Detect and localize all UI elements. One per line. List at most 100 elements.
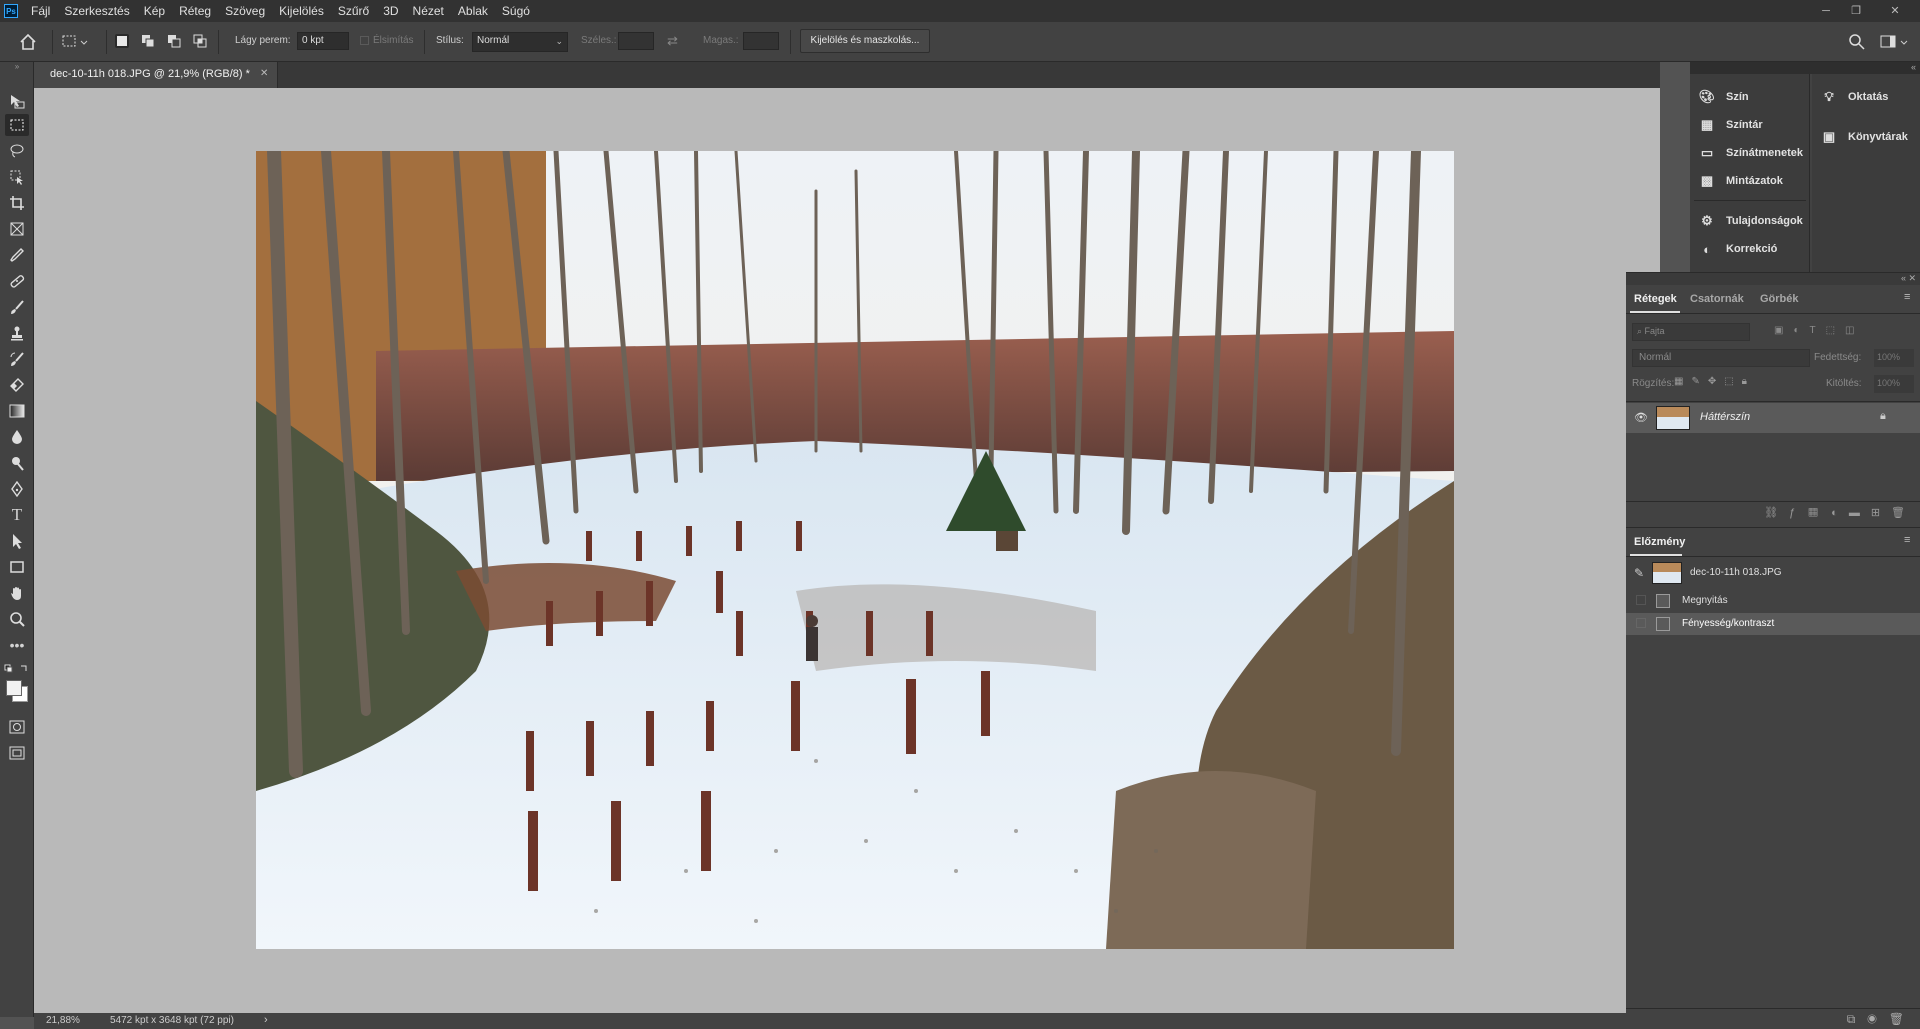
search-icon[interactable] bbox=[1848, 33, 1866, 51]
menu-3d[interactable]: 3D bbox=[376, 0, 405, 22]
foreground-color-swatch[interactable] bbox=[6, 680, 22, 696]
menu-file[interactable]: Fájl bbox=[24, 0, 57, 22]
panel-libraries[interactable]: ▣ Könyvtárak bbox=[1820, 124, 1908, 150]
eye-icon[interactable]: 👁︎ bbox=[1634, 411, 1648, 424]
restore-icon[interactable]: ❐ bbox=[1848, 3, 1864, 19]
layer-actions-icons[interactable]: ⛓ƒ◼◐▬⊞🗑︎ bbox=[1720, 506, 1916, 522]
menu-edit[interactable]: Szerkesztés bbox=[57, 0, 136, 22]
panel-swatches[interactable]: ▦ Színtár bbox=[1698, 112, 1763, 138]
panel-menu-icon[interactable]: ≡ bbox=[1904, 291, 1910, 303]
antialias-checkbox[interactable] bbox=[360, 36, 369, 45]
layer-filter-select[interactable]: ⌕ Fajta bbox=[1632, 323, 1750, 341]
healing-brush-tool-icon[interactable] bbox=[5, 270, 29, 292]
feather-input[interactable]: 0 kpt bbox=[297, 32, 349, 50]
menu-window[interactable]: Ablak bbox=[451, 0, 495, 22]
lasso-tool-icon[interactable] bbox=[5, 140, 29, 162]
tool-preset-picker[interactable] bbox=[62, 34, 90, 50]
select-and-mask-button[interactable]: Kijelölés és maszkolás... bbox=[800, 29, 930, 53]
history-brush-source-icon[interactable]: ✎ bbox=[1634, 566, 1644, 580]
history-actions-icons[interactable]: ⧉◉🗑︎ bbox=[1822, 1012, 1916, 1028]
photoshop-logo[interactable]: Ps bbox=[4, 4, 18, 18]
pen-tool-icon[interactable] bbox=[5, 478, 29, 500]
tab-history[interactable]: Előzmény bbox=[1634, 530, 1685, 554]
zoom-level[interactable]: 21,88% bbox=[46, 1015, 80, 1026]
blend-mode-select[interactable]: Normál bbox=[1632, 349, 1810, 367]
layer-name[interactable]: Háttérszín bbox=[1700, 411, 1750, 423]
move-tool-icon[interactable] bbox=[5, 90, 29, 112]
path-selection-tool-icon[interactable] bbox=[5, 530, 29, 552]
history-source-checkbox[interactable] bbox=[1636, 618, 1646, 628]
zoom-tool-icon[interactable] bbox=[5, 608, 29, 630]
color-swatches[interactable] bbox=[4, 678, 32, 706]
history-state[interactable]: Megnyitás bbox=[1626, 590, 1920, 612]
history-state-active[interactable]: Fényesség/kontraszt bbox=[1626, 613, 1920, 635]
rectangular-marquee-tool-icon[interactable] bbox=[5, 114, 29, 136]
panel-gradients[interactable]: ▭ Színátmenetek bbox=[1698, 140, 1803, 166]
menu-help[interactable]: Súgó bbox=[495, 0, 537, 22]
history-snapshot[interactable]: ✎ dec-10-11h 018.JPG bbox=[1626, 558, 1920, 588]
layer-row[interactable]: 👁︎ Háttérszín 🔒︎ bbox=[1626, 403, 1920, 433]
minimize-icon[interactable]: ─ bbox=[1818, 3, 1834, 19]
dodge-tool-icon[interactable] bbox=[5, 452, 29, 474]
history-menu-icon[interactable]: ≡ bbox=[1904, 534, 1910, 546]
panel-color[interactable]: 🎨︎ Szín bbox=[1698, 84, 1749, 110]
menu-select[interactable]: Kijelölés bbox=[272, 0, 331, 22]
close-window-icon[interactable]: ✕ bbox=[1880, 3, 1910, 19]
frame-tool-icon[interactable] bbox=[5, 218, 29, 240]
panel-patterns[interactable]: ▩ Mintázatok bbox=[1698, 168, 1783, 194]
close-tab-icon[interactable]: ✕ bbox=[260, 68, 268, 79]
menu-view[interactable]: Nézet bbox=[406, 0, 451, 22]
tab-layers[interactable]: Rétegek bbox=[1634, 287, 1677, 311]
collapse-tools-icon[interactable]: » bbox=[0, 62, 34, 72]
subtract-from-selection-icon[interactable] bbox=[167, 34, 181, 48]
document-tab[interactable]: dec-10-11h 018.JPG @ 21,9% (RGB/8) * ✕ bbox=[34, 62, 278, 88]
menu-filter[interactable]: Szűrő bbox=[331, 0, 376, 22]
lock-options-icons[interactable]: ▦✎✥⬚🔒︎ bbox=[1674, 376, 1784, 390]
history-source-checkbox[interactable] bbox=[1636, 595, 1646, 605]
home-icon[interactable] bbox=[18, 32, 38, 52]
crop-tool-icon[interactable] bbox=[5, 192, 29, 214]
new-selection-icon[interactable] bbox=[115, 34, 129, 48]
blur-tool-icon[interactable] bbox=[5, 426, 29, 448]
default-colors-icon[interactable] bbox=[4, 664, 30, 674]
history-panel: Előzmény ≡ ✎ dec-10-11h 018.JPG Megnyitá… bbox=[1626, 527, 1920, 1029]
screen-mode-icon[interactable] bbox=[5, 742, 29, 764]
tab-channels[interactable]: Csatornák bbox=[1690, 287, 1744, 311]
layer-thumbnail bbox=[1656, 406, 1690, 430]
intersect-selection-icon[interactable] bbox=[193, 34, 207, 48]
fill-input[interactable]: 100% bbox=[1874, 375, 1914, 393]
eraser-tool-icon[interactable] bbox=[5, 374, 29, 396]
quick-mask-icon[interactable] bbox=[5, 716, 29, 738]
workspace-switcher-icon[interactable] bbox=[1880, 33, 1910, 51]
width-input[interactable] bbox=[618, 32, 654, 50]
status-expand-icon[interactable]: › bbox=[264, 1014, 268, 1026]
type-tool-icon[interactable]: T bbox=[5, 504, 29, 526]
collapse-layers-group-icon[interactable]: « ✕ bbox=[1626, 273, 1920, 285]
style-label: Stílus: bbox=[436, 35, 464, 46]
hand-tool-icon[interactable] bbox=[5, 582, 29, 604]
rectangle-tool-icon[interactable] bbox=[5, 556, 29, 578]
gradient-tool-icon[interactable] bbox=[5, 400, 29, 422]
style-select[interactable]: Normál ⌄ bbox=[472, 32, 568, 52]
menu-layer[interactable]: Réteg bbox=[172, 0, 218, 22]
add-to-selection-icon[interactable] bbox=[141, 34, 155, 48]
height-input[interactable] bbox=[743, 32, 779, 50]
more-tools-icon[interactable]: ••• bbox=[5, 634, 29, 656]
tab-curves[interactable]: Görbék bbox=[1760, 287, 1799, 311]
layer-filter-icons[interactable]: ▣◐T⬚◫ bbox=[1774, 325, 1914, 339]
panel-adjustments[interactable]: ◐ Korrekció bbox=[1698, 236, 1777, 262]
object-selection-tool-icon[interactable] bbox=[5, 166, 29, 188]
opacity-input[interactable]: 100% bbox=[1874, 349, 1914, 367]
clone-stamp-tool-icon[interactable] bbox=[5, 322, 29, 344]
menu-image[interactable]: Kép bbox=[137, 0, 172, 22]
eyedropper-tool-icon[interactable] bbox=[5, 244, 29, 266]
brush-tool-icon[interactable] bbox=[5, 296, 29, 318]
panel-properties[interactable]: ⚙ Tulajdonságok bbox=[1698, 208, 1803, 234]
history-brush-tool-icon[interactable] bbox=[5, 348, 29, 370]
collapse-dock-icon[interactable]: « bbox=[1690, 62, 1920, 74]
panel-learn[interactable]: 💡︎ Oktatás bbox=[1820, 84, 1888, 110]
document-image[interactable] bbox=[256, 151, 1454, 949]
menu-type[interactable]: Szöveg bbox=[218, 0, 272, 22]
canvas-area[interactable] bbox=[34, 88, 1670, 1013]
swap-width-height-icon[interactable]: ⇄ bbox=[667, 33, 685, 49]
